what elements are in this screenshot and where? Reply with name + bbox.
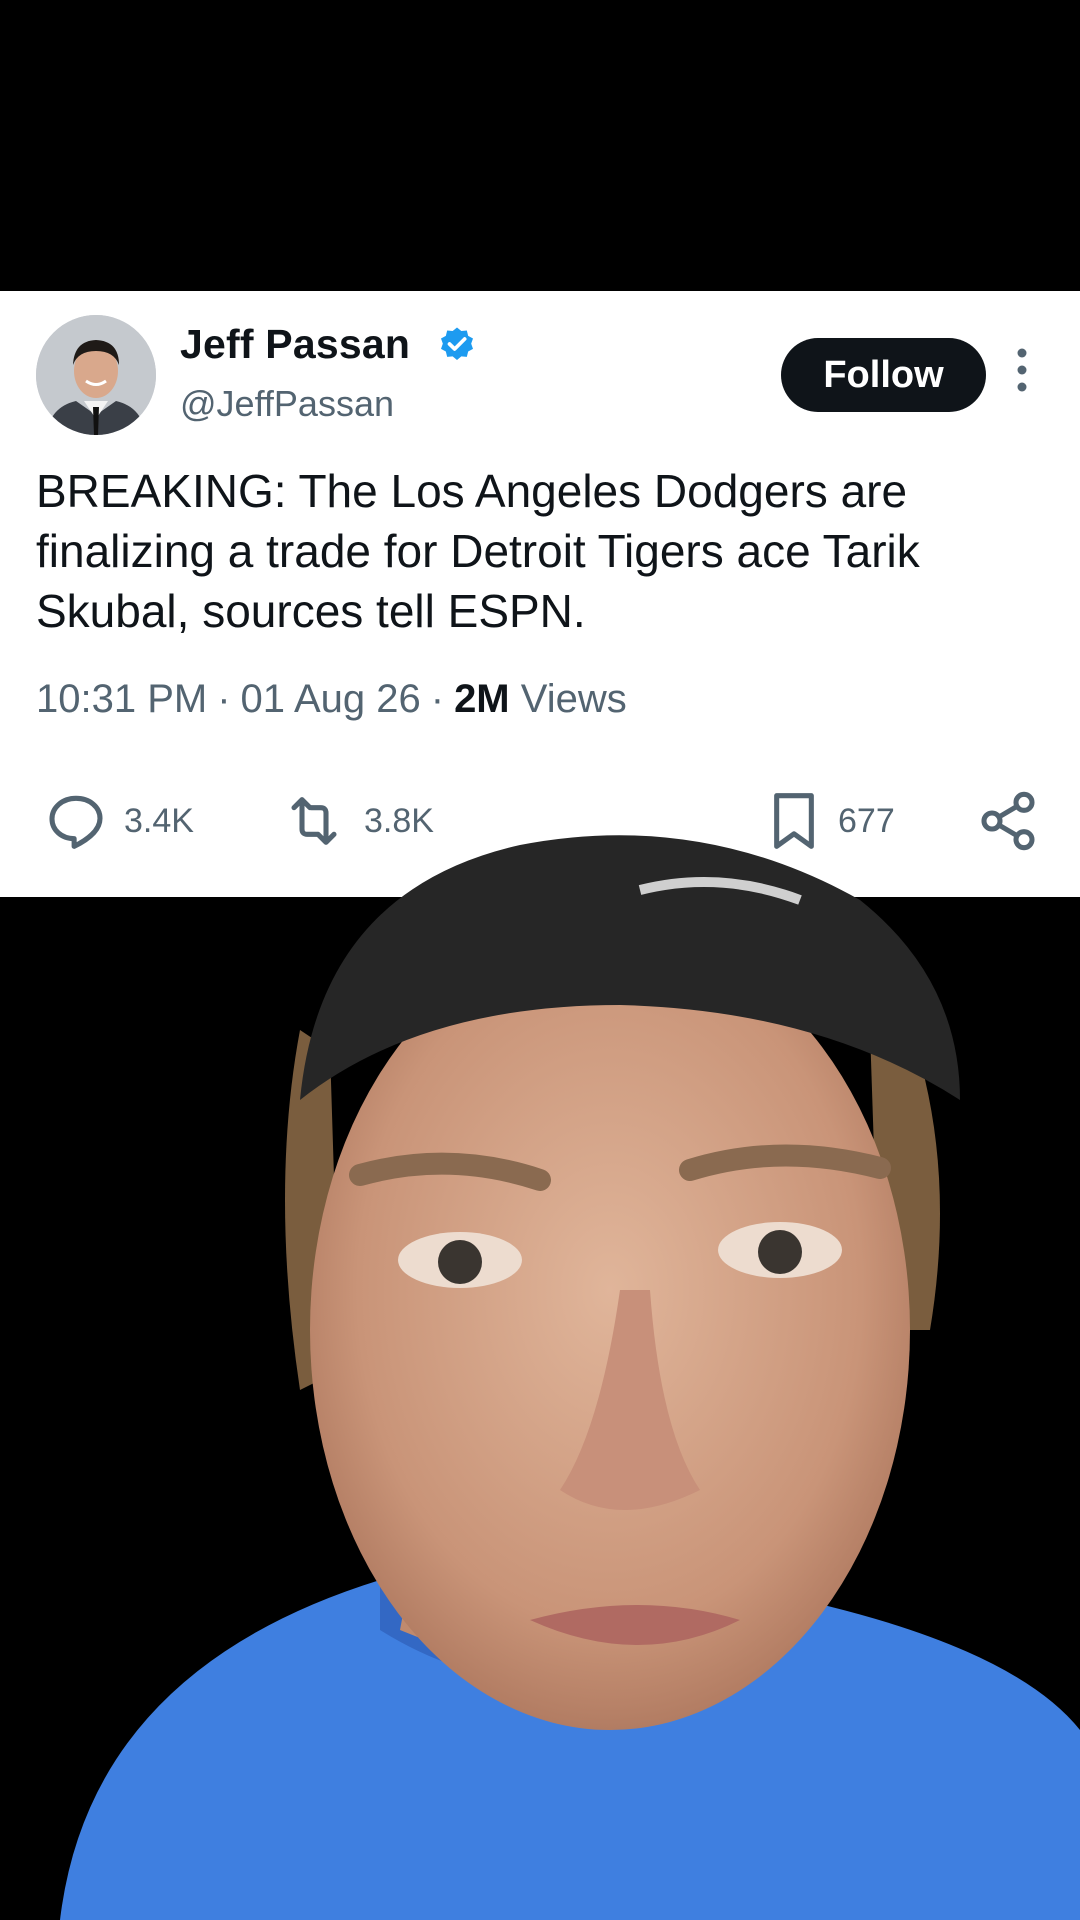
top-black-bar — [0, 0, 1080, 291]
separator-dot: · — [217, 677, 231, 721]
author-handle[interactable]: @JeffPassan — [180, 383, 394, 425]
verified-badge-icon — [441, 327, 473, 360]
more-vertical-icon[interactable] — [1008, 341, 1036, 401]
views-label: Views — [520, 677, 627, 721]
follow-button[interactable]: Follow — [781, 338, 986, 412]
author-name[interactable]: Jeff Passan — [180, 321, 410, 368]
webcam-person-image — [60, 835, 1080, 1920]
author-avatar[interactable] — [36, 315, 156, 435]
views-count: 2M — [454, 677, 510, 721]
tweet-meta: 10:31 PM · 01 Aug 26 · 2M Views — [36, 677, 627, 722]
tweet-text: BREAKING: The Los Angeles Dodgers are fi… — [36, 465, 920, 637]
tweet-date[interactable]: 01 Aug 26 — [241, 677, 421, 721]
separator-dot: · — [430, 677, 445, 721]
tweet-time[interactable]: 10:31 PM — [36, 677, 207, 721]
